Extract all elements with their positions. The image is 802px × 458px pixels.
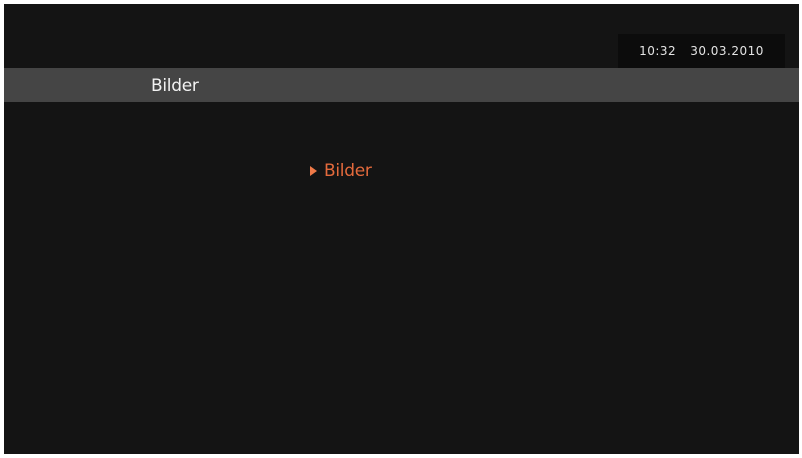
menu-list: Bilder bbox=[310, 161, 372, 181]
clock-date: 30.03.2010 bbox=[690, 44, 764, 58]
menu-item-label: Bilder bbox=[324, 161, 372, 181]
clock-time: 10:32 bbox=[639, 44, 677, 58]
play-arrow-icon bbox=[310, 166, 317, 176]
menu-item-bilder[interactable]: Bilder bbox=[310, 161, 372, 181]
tv-screen: 10:32 30.03.2010 Bilder Bilder bbox=[4, 4, 799, 454]
page-title: Bilder bbox=[151, 76, 199, 96]
title-bar: Bilder bbox=[4, 68, 799, 102]
clock-display: 10:32 30.03.2010 bbox=[618, 34, 785, 68]
